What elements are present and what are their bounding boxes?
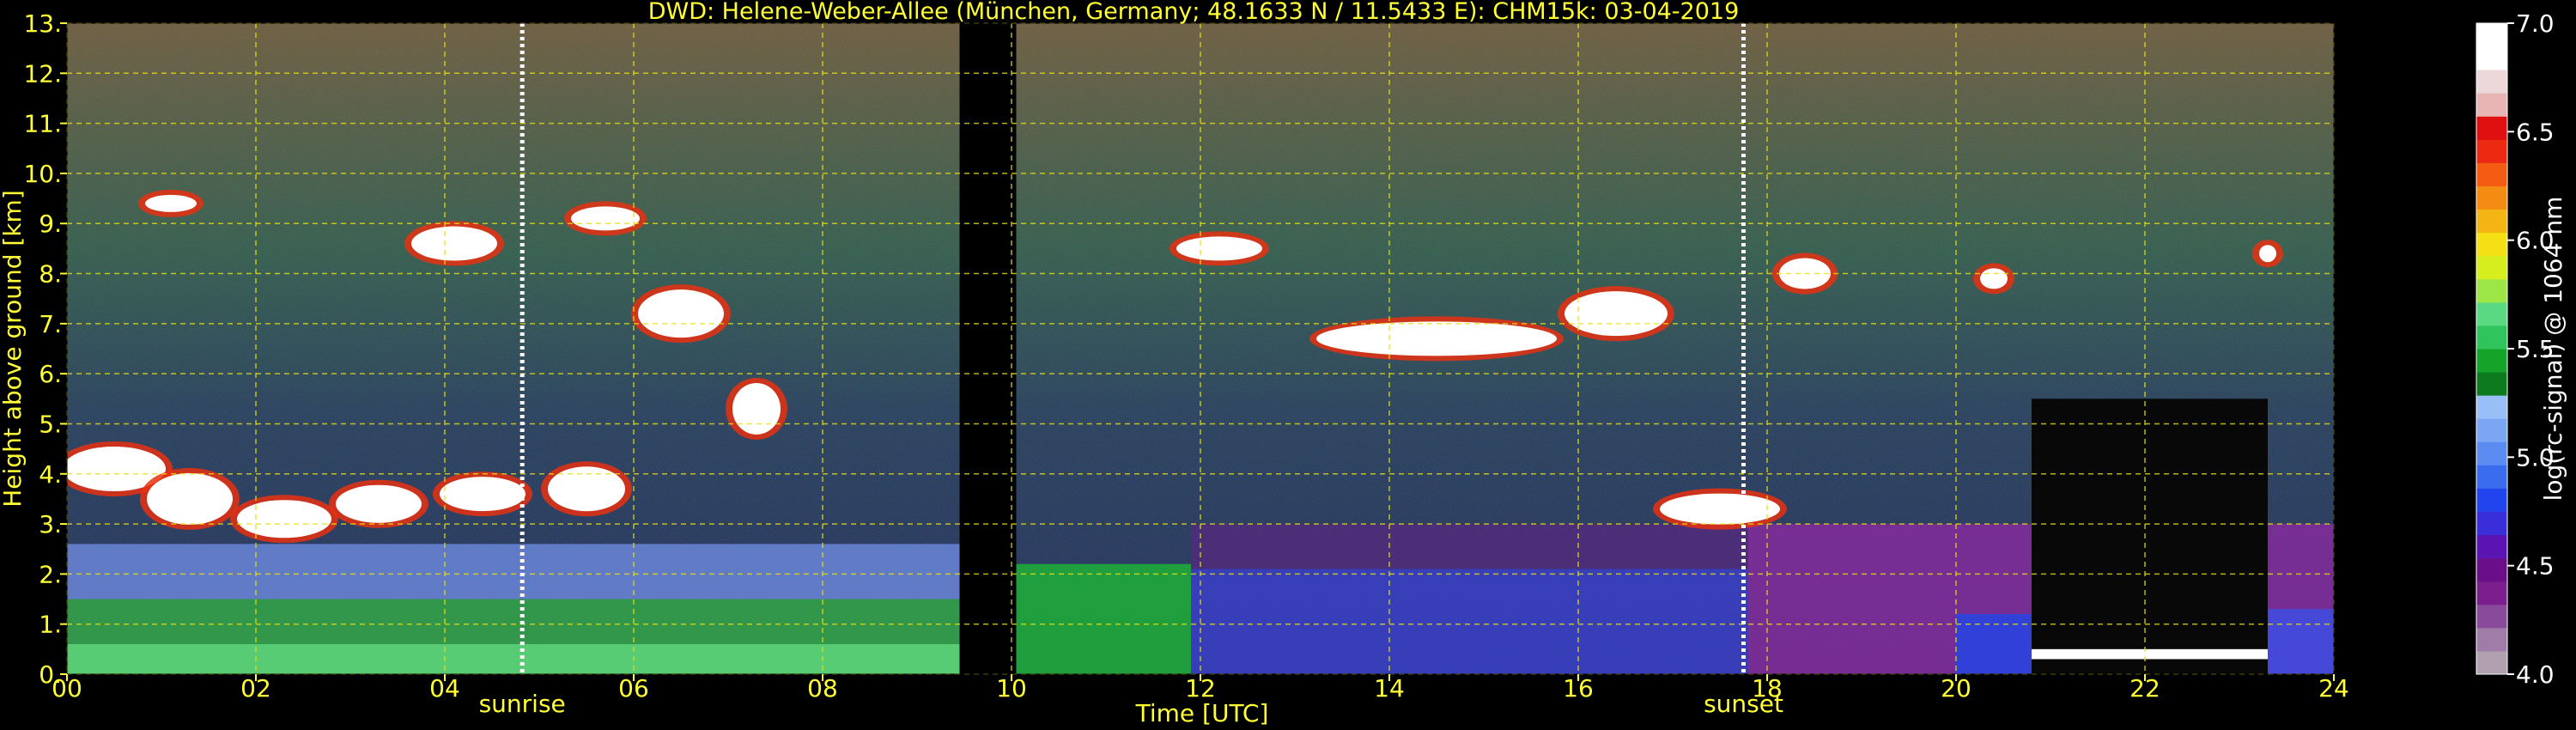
y-axis-label: Height above ground [km] <box>0 190 27 508</box>
x-tick-label: 16 <box>1563 674 1594 703</box>
colorbar-segment <box>2476 255 2507 280</box>
aerosol-layer <box>1956 614 2032 674</box>
aerosol-layer <box>1191 569 1748 674</box>
aerosol-layer <box>2032 398 2268 674</box>
colorbar-segment <box>2476 465 2507 489</box>
colorbar-tick-label: 4.0 <box>2516 660 2555 689</box>
x-tick-label: 06 <box>618 674 649 703</box>
y-tick-label: 7. <box>39 310 62 338</box>
x-tick-label: 02 <box>240 674 271 703</box>
x-tick-label: 08 <box>807 674 838 703</box>
colorbar-segment <box>2476 604 2507 629</box>
y-tick-label: 12. <box>23 59 62 88</box>
cloud-feature <box>230 495 338 544</box>
colorbar-segment <box>2476 627 2507 652</box>
cloud-feature <box>140 467 240 530</box>
x-tick-label: 22 <box>2129 674 2160 703</box>
y-tick-label: 13. <box>23 9 62 38</box>
x-axis-label: Time [UTC] <box>1135 699 1269 727</box>
colorbar-segment <box>2476 70 2507 94</box>
colorbar-segment <box>2476 557 2507 582</box>
x-tick-label: 14 <box>1374 674 1405 703</box>
colorbar-segment <box>2476 534 2507 559</box>
colorbar-segment <box>2476 162 2507 186</box>
sun-marker-label: sunrise <box>479 690 566 718</box>
colorbar-segment <box>2476 488 2507 512</box>
y-tick-label: 6. <box>39 360 62 388</box>
colorbar-segment <box>2476 209 2507 234</box>
chart-title: DWD: Helene-Weber-Allee (München, German… <box>648 0 1740 25</box>
colorbar-segment <box>2476 232 2507 257</box>
colorbar-segment <box>2476 395 2507 419</box>
colorbar-segment <box>2476 116 2507 140</box>
y-tick-label: 1. <box>39 611 62 639</box>
colorbar-segment <box>2476 441 2507 465</box>
colorbar-segment <box>2476 278 2507 303</box>
aerosol-layer <box>67 644 960 674</box>
colorbar-tick-label: 7.0 <box>2516 9 2555 38</box>
colorbar-segment <box>2476 581 2507 605</box>
y-tick-label: 2. <box>39 560 62 588</box>
cloud-feature <box>329 479 428 528</box>
lidar-backscatter-chart: sunrise sunset00 02 04 06 08 10 12 14 16 18 20 22 240… <box>0 0 2567 727</box>
colorbar-segment <box>2476 139 2507 163</box>
colorbar-segment <box>2476 349 2507 373</box>
cloud-feature <box>2252 240 2283 268</box>
cloud-feature <box>404 221 504 266</box>
cloud-feature <box>1973 263 2014 295</box>
y-tick-label: 4. <box>39 460 62 489</box>
data-gap <box>959 23 1017 674</box>
colorbar-segment <box>2476 650 2507 675</box>
x-tick-label: 20 <box>1941 674 1971 703</box>
aerosol-layer <box>2268 609 2334 674</box>
cloud-feature <box>631 284 731 344</box>
x-tick-label: 04 <box>429 674 460 703</box>
cloud-feature <box>433 471 532 517</box>
colorbar-tick-label: 6.5 <box>2516 118 2555 146</box>
y-tick-label: 5. <box>39 410 62 438</box>
aerosol-layer <box>1016 563 1191 674</box>
cloud-feature <box>138 189 204 217</box>
cloud-feature <box>541 461 632 517</box>
colorbar-label: log(rc-signal) @ 1064 nm <box>2539 197 2567 502</box>
x-tick-label: 10 <box>996 674 1027 703</box>
colorbar-segment <box>2476 301 2507 326</box>
colorbar-segment <box>2476 23 2507 47</box>
colorbar-segment <box>2476 186 2507 210</box>
cloud-feature <box>726 377 787 440</box>
aerosol-layer <box>1191 524 1748 569</box>
cloud-feature <box>1558 286 1674 342</box>
y-tick-label: 9. <box>39 210 62 238</box>
y-tick-label: 0. <box>39 660 62 689</box>
colorbar-tick-label: 4.5 <box>2516 552 2555 581</box>
x-tick-label: 18 <box>1752 674 1783 703</box>
colorbar-segment <box>2476 93 2507 117</box>
colorbar-segment <box>2476 325 2507 350</box>
y-tick-label: 10. <box>23 160 62 188</box>
colorbar-segment <box>2476 372 2507 396</box>
aerosol-layer <box>2032 648 2268 660</box>
y-tick-label: 3. <box>39 510 62 538</box>
colorbar-segment <box>2476 418 2507 442</box>
y-tick-label: 8. <box>39 260 62 289</box>
colorbar-segment <box>2476 511 2507 536</box>
colorbar-segment <box>2476 46 2507 70</box>
cloud-feature <box>1170 231 1269 266</box>
x-tick-label: 24 <box>2318 674 2349 703</box>
y-tick-label: 11. <box>23 110 62 138</box>
